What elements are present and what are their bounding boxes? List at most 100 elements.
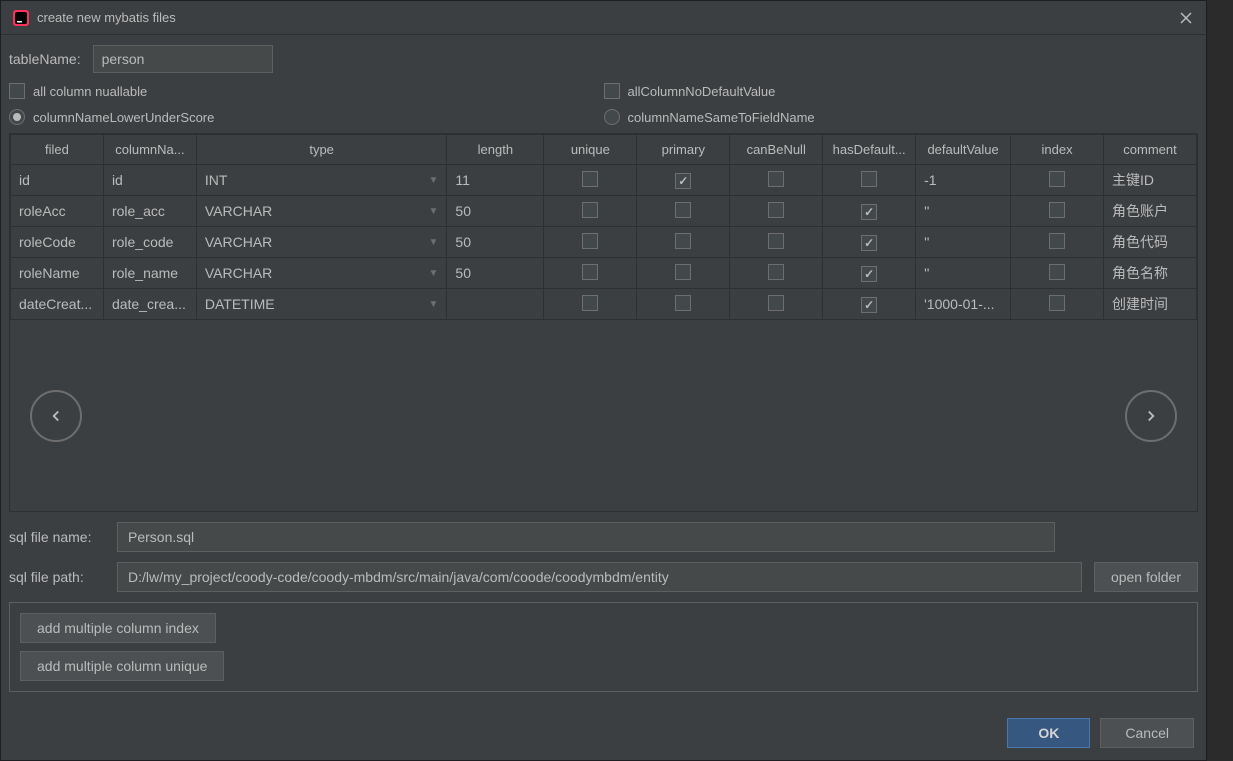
checkbox-icon[interactable]	[675, 264, 691, 280]
option-label: columnNameLowerUnderScore	[33, 110, 214, 125]
header-hasdefault[interactable]: hasDefault...	[823, 135, 916, 165]
cell-defaultvalue[interactable]: ''	[924, 265, 1002, 281]
checkbox-icon[interactable]	[582, 202, 598, 218]
checkbox-icon[interactable]	[675, 202, 691, 218]
cell-comment[interactable]: 角色账户	[1112, 201, 1188, 221]
cell-comment[interactable]: 创建时间	[1112, 294, 1188, 314]
cell-defaultvalue[interactable]: ''	[924, 234, 1002, 250]
checkbox-icon[interactable]	[861, 171, 877, 187]
cell-length[interactable]: 50	[455, 265, 471, 281]
cell-defaultvalue[interactable]: ''	[924, 203, 1002, 219]
header-canbenull[interactable]: canBeNull	[730, 135, 823, 165]
header-columnname[interactable]: columnNa...	[103, 135, 196, 165]
header-primary[interactable]: primary	[637, 135, 730, 165]
dialog-buttons: OK Cancel	[1, 712, 1206, 760]
cell-columnname: role_acc	[112, 203, 188, 219]
cell-type[interactable]: VARCHAR▼	[205, 265, 439, 281]
table-header-row: filed columnNa... type length unique pri…	[11, 135, 1197, 165]
sql-file-name-input[interactable]	[117, 522, 1055, 552]
dialog-content: tableName: all column nuallable columnNa…	[1, 35, 1206, 712]
checkbox-icon[interactable]	[861, 266, 877, 282]
cell-field: roleName	[19, 265, 95, 281]
dialog: create new mybatis files tableName: all …	[0, 0, 1207, 761]
header-type[interactable]: type	[196, 135, 447, 165]
app-icon	[13, 10, 29, 26]
checkbox-icon[interactable]	[1049, 171, 1065, 187]
cell-defaultvalue[interactable]: -1	[924, 172, 1002, 188]
cell-comment[interactable]: 主键ID	[1112, 170, 1188, 190]
checkbox-icon[interactable]	[861, 297, 877, 313]
header-defaultvalue[interactable]: defaultValue	[916, 135, 1011, 165]
chevron-down-icon: ▼	[429, 175, 439, 186]
table-row[interactable]: dateCreat...date_crea...DATETIME▼'1000-0…	[11, 289, 1197, 320]
next-button[interactable]	[1125, 390, 1177, 442]
checkbox-icon[interactable]	[1049, 202, 1065, 218]
cancel-button[interactable]: Cancel	[1100, 718, 1194, 748]
checkbox-icon[interactable]	[1049, 295, 1065, 311]
columns-table: filed columnNa... type length unique pri…	[10, 134, 1197, 320]
cell-comment[interactable]: 角色名称	[1112, 263, 1188, 283]
add-multi-index-button[interactable]: add multiple column index	[20, 613, 216, 643]
open-folder-button[interactable]: open folder	[1094, 562, 1198, 592]
header-index[interactable]: index	[1011, 135, 1104, 165]
cell-type[interactable]: DATETIME▼	[205, 296, 439, 312]
cell-type[interactable]: VARCHAR▼	[205, 234, 439, 250]
cell-field: roleAcc	[19, 203, 95, 219]
checkbox-icon[interactable]	[768, 264, 784, 280]
checkbox-icon[interactable]	[582, 295, 598, 311]
all-column-nullable-option[interactable]: all column nuallable	[9, 83, 604, 99]
radio-icon	[9, 109, 25, 125]
checkbox-icon[interactable]	[582, 233, 598, 249]
all-column-no-default-option[interactable]: allColumnNoDefaultValue	[604, 83, 1199, 99]
checkbox-icon[interactable]	[768, 171, 784, 187]
sql-file-path-label: sql file path:	[9, 569, 105, 585]
header-unique[interactable]: unique	[544, 135, 637, 165]
close-icon[interactable]	[1178, 10, 1194, 26]
checkbox-icon[interactable]	[582, 171, 598, 187]
checkbox-icon[interactable]	[1049, 233, 1065, 249]
column-name-lower-underscore-option[interactable]: columnNameLowerUnderScore	[9, 109, 604, 125]
cell-comment[interactable]: 角色代码	[1112, 232, 1188, 252]
table-nav-area	[10, 320, 1197, 511]
columns-table-wrap: filed columnNa... type length unique pri…	[9, 133, 1198, 512]
checkbox-icon	[604, 83, 620, 99]
ok-button[interactable]: OK	[1007, 718, 1090, 748]
cell-length[interactable]: 50	[455, 203, 471, 219]
checkbox-icon[interactable]	[675, 295, 691, 311]
chevron-down-icon: ▼	[429, 206, 439, 217]
option-label: all column nuallable	[33, 84, 147, 99]
header-comment[interactable]: comment	[1104, 135, 1197, 165]
table-row[interactable]: roleAcc role_acc VARCHAR▼ 50 '' 角色账户	[11, 196, 1197, 227]
checkbox-icon[interactable]	[1049, 264, 1065, 280]
checkbox-icon[interactable]	[582, 264, 598, 280]
column-name-same-to-field-option[interactable]: columnNameSameToFieldName	[604, 109, 1199, 125]
table-row[interactable]: ididINT▼11-1主键ID	[11, 165, 1197, 196]
checkbox-icon[interactable]	[768, 233, 784, 249]
checkbox-icon[interactable]	[675, 173, 691, 189]
index-actions-box: add multiple column index add multiple c…	[9, 602, 1198, 692]
sql-file-path-input[interactable]	[117, 562, 1082, 592]
cell-columnname: date_crea...	[112, 296, 188, 312]
cell-length[interactable]: 11	[455, 172, 470, 188]
checkbox-icon[interactable]	[768, 295, 784, 311]
chevron-down-icon: ▼	[429, 268, 439, 279]
checkbox-icon	[9, 83, 25, 99]
checkbox-icon[interactable]	[861, 235, 877, 251]
header-length[interactable]: length	[447, 135, 544, 165]
sql-file-name-label: sql file name:	[9, 529, 105, 545]
cell-type[interactable]: INT▼	[205, 172, 439, 188]
cell-defaultvalue[interactable]: '1000-01-...	[924, 296, 1002, 312]
cell-type[interactable]: VARCHAR▼	[205, 203, 439, 219]
cell-length[interactable]: 50	[455, 234, 471, 250]
tablename-input[interactable]	[93, 45, 273, 73]
checkbox-icon[interactable]	[861, 204, 877, 220]
table-row[interactable]: roleCoderole_codeVARCHAR▼50''角色代码	[11, 227, 1197, 258]
header-field[interactable]: filed	[11, 135, 104, 165]
checkbox-icon[interactable]	[768, 202, 784, 218]
option-label: columnNameSameToFieldName	[628, 110, 815, 125]
checkbox-icon[interactable]	[675, 233, 691, 249]
prev-button[interactable]	[30, 390, 82, 442]
table-row[interactable]: roleNamerole_nameVARCHAR▼50''角色名称	[11, 258, 1197, 289]
add-multi-unique-button[interactable]: add multiple column unique	[20, 651, 224, 681]
chevron-down-icon: ▼	[429, 237, 439, 248]
